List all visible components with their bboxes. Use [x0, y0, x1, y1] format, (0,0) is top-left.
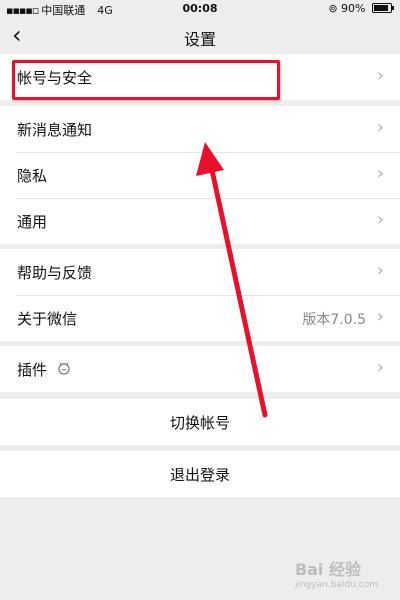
watermark: Bai 经验 jingyan.baidu.com — [295, 556, 378, 590]
chevron-right-icon: › — [376, 209, 384, 230]
settings-item-general[interactable]: 通用 › — [0, 198, 400, 244]
settings-item-notifications[interactable]: 新消息通知 › — [0, 106, 400, 152]
chevron-right-icon: › — [376, 117, 384, 138]
settings-item-label: 隐私 — [17, 167, 48, 185]
chevron-right-icon: › — [376, 163, 384, 184]
version-value: 版本7.0.5 — [302, 312, 366, 328]
plugins-group: 插件 › — [0, 346, 400, 392]
watermark-url: jingyan.baidu.com — [294, 580, 378, 590]
help-group: 帮助与反馈 › 关于微信 版本7.0.5 › — [0, 249, 400, 341]
settings-item-privacy[interactable]: 隐私 › — [0, 152, 400, 198]
watermark-text: Bai 经验 — [294, 560, 361, 579]
logout-label: 退出登录 — [169, 466, 230, 484]
switch-account-button[interactable]: 切换帐号 — [0, 399, 400, 445]
chevron-right-icon: › — [376, 306, 384, 327]
battery-fill — [374, 5, 388, 11]
settings-item-about[interactable]: 关于微信 版本7.0.5 › — [0, 295, 400, 341]
plugin-icon — [56, 360, 72, 380]
page-title: 设置 — [183, 30, 216, 49]
general-group: 新消息通知 › 隐私 › 通用 › — [0, 106, 400, 244]
settings-item-label: 帮助与反馈 — [17, 264, 93, 282]
chevron-right-icon: › — [376, 357, 384, 378]
annotation-highlight-box — [12, 60, 280, 100]
battery-icon — [372, 3, 394, 13]
orientation-lock-icon: ⊚ — [328, 2, 338, 15]
settings-item-label: 新消息通知 — [17, 121, 93, 139]
nav-bar: ‹ 设置 — [0, 18, 400, 54]
chevron-right-icon: › — [376, 260, 384, 281]
switch-account-label: 切换帐号 — [169, 414, 230, 432]
battery-percent: 90% — [341, 2, 366, 15]
status-bar: ▪▪▪▪▫ 中国联通 4G 00:08 ⊚ 90% — [0, 0, 400, 18]
settings-item-label: 插件 — [17, 361, 48, 379]
switch-account-group: 切换帐号 — [0, 399, 400, 445]
status-right: ⊚ 90% — [328, 2, 394, 15]
logout-group: 退出登录 — [0, 451, 400, 497]
settings-item-plugins[interactable]: 插件 › — [0, 346, 400, 392]
settings-item-label: 通用 — [17, 213, 48, 231]
logout-button[interactable]: 退出登录 — [0, 451, 400, 497]
chevron-right-icon: › — [376, 65, 384, 86]
settings-item-help-feedback[interactable]: 帮助与反馈 › — [0, 249, 400, 295]
settings-item-label: 关于微信 — [17, 310, 78, 328]
